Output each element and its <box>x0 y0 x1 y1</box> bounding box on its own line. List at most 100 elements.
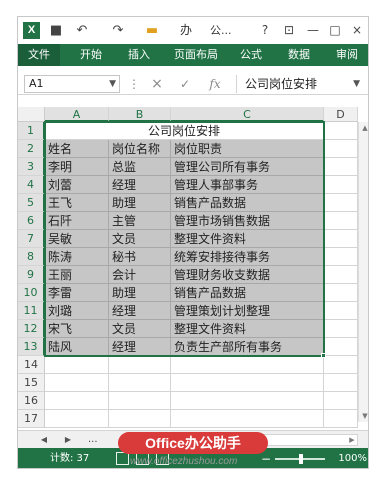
table-cell[interactable]: 宋飞 <box>45 320 109 338</box>
header-cell[interactable]: 岗位名称 <box>109 140 171 158</box>
scroll-down-icon[interactable]: ▼ <box>359 410 368 422</box>
table-cell[interactable]: 李雷 <box>45 284 109 302</box>
table-cell[interactable]: 销售产品数据 <box>171 194 324 212</box>
enter-icon[interactable]: ✓ <box>174 75 196 93</box>
table-cell[interactable] <box>324 356 358 374</box>
chevron-down-icon[interactable]: ▼ <box>109 76 116 92</box>
tab-page-layout[interactable]: 页面布局 <box>170 44 222 66</box>
row-header[interactable]: 1 <box>18 122 45 140</box>
header-cell[interactable]: 岗位职责 <box>171 140 324 158</box>
table-cell[interactable]: 陈涛 <box>45 248 109 266</box>
tab-formulas[interactable]: 公式 <box>236 44 266 66</box>
table-cell[interactable] <box>324 230 358 248</box>
tab-insert[interactable]: 插入 <box>124 44 154 66</box>
table-cell[interactable]: 销售产品数据 <box>171 284 324 302</box>
table-cell[interactable]: 管理市场销售数据 <box>171 212 324 230</box>
table-cell[interactable] <box>324 212 358 230</box>
minimize-button[interactable]: — <box>304 21 322 39</box>
horizontal-scrollbar[interactable]: ◀ ▶ <box>258 434 358 446</box>
table-cell[interactable]: 会计 <box>109 266 171 284</box>
row-header[interactable]: 3 <box>18 158 45 176</box>
table-cell[interactable]: 统筹安排接待事务 <box>171 248 324 266</box>
row-header[interactable]: 16 <box>18 392 45 410</box>
row-header[interactable]: 8 <box>18 248 45 266</box>
table-cell[interactable]: 助理 <box>109 194 171 212</box>
close-button[interactable]: × <box>348 21 366 39</box>
help-icon[interactable]: ? <box>256 21 274 39</box>
table-cell[interactable] <box>324 122 358 140</box>
table-cell[interactable] <box>171 374 324 392</box>
row-header[interactable]: 5 <box>18 194 45 212</box>
table-cell[interactable]: 李明 <box>45 158 109 176</box>
ribbon-display-icon[interactable]: ⊡ <box>280 21 298 39</box>
table-cell[interactable] <box>171 392 324 410</box>
table-cell[interactable]: 秘书 <box>109 248 171 266</box>
row-header[interactable]: 9 <box>18 266 45 284</box>
vertical-scrollbar[interactable]: ▲ ▼ <box>358 122 368 422</box>
expand-formula-icon[interactable]: ▼ <box>353 75 360 93</box>
sheet-prev-icon[interactable]: ◀ <box>38 433 50 447</box>
zoom-slider-handle[interactable] <box>299 454 303 464</box>
table-cell[interactable] <box>324 140 358 158</box>
table-cell[interactable] <box>324 392 358 410</box>
zoom-level[interactable]: 100% <box>329 448 367 468</box>
row-header[interactable]: 6 <box>18 212 45 230</box>
table-cell[interactable] <box>324 338 358 356</box>
formula-input[interactable]: 公司岗位安排 ▼ <box>236 75 362 93</box>
table-cell[interactable] <box>324 194 358 212</box>
table-cell[interactable] <box>45 392 109 410</box>
sheet-next-icon[interactable]: ▶ <box>62 433 74 447</box>
office-icon[interactable]: 办 <box>166 22 206 39</box>
column-header-d[interactable]: D <box>324 107 358 122</box>
table-cell[interactable]: 刘蕾 <box>45 176 109 194</box>
row-header[interactable]: 7 <box>18 230 45 248</box>
table-cell[interactable]: 负责生产部所有事务 <box>171 338 324 356</box>
table-cell[interactable]: 石阡 <box>45 212 109 230</box>
table-cell[interactable] <box>324 374 358 392</box>
table-cell[interactable]: 管理财务收支数据 <box>171 266 324 284</box>
row-header[interactable]: 2 <box>18 140 45 158</box>
open-folder-icon[interactable]: ▬ <box>144 22 160 39</box>
table-cell[interactable]: 王飞 <box>45 194 109 212</box>
scroll-up-icon[interactable]: ▲ <box>359 122 368 134</box>
header-cell[interactable]: 姓名 <box>45 140 109 158</box>
row-header[interactable]: 11 <box>18 302 45 320</box>
row-header[interactable]: 15 <box>18 374 45 392</box>
column-header-a[interactable]: A <box>45 107 109 122</box>
row-header[interactable]: 4 <box>18 176 45 194</box>
table-cell[interactable] <box>324 320 358 338</box>
table-cell[interactable] <box>324 158 358 176</box>
tab-file[interactable]: 文件 <box>18 44 60 66</box>
table-cell[interactable] <box>324 302 358 320</box>
table-cell[interactable]: 经理 <box>109 302 171 320</box>
table-cell[interactable]: 管理策划计划整理 <box>171 302 324 320</box>
sheet-title-cell[interactable]: 公司岗位安排 <box>45 122 324 140</box>
table-cell[interactable]: 经理 <box>109 338 171 356</box>
table-cell[interactable]: 主管 <box>109 212 171 230</box>
maximize-button[interactable]: □ <box>326 21 344 39</box>
table-cell[interactable] <box>324 410 358 428</box>
table-cell[interactable]: 经理 <box>109 176 171 194</box>
table-cell[interactable] <box>109 356 171 374</box>
scroll-right-icon[interactable]: ▶ <box>347 435 357 445</box>
table-cell[interactable] <box>324 284 358 302</box>
table-cell[interactable] <box>45 374 109 392</box>
table-cell[interactable]: 文员 <box>109 230 171 248</box>
table-cell[interactable] <box>171 410 324 428</box>
table-cell[interactable]: 王丽 <box>45 266 109 284</box>
column-header-c[interactable]: C <box>171 107 324 122</box>
table-cell[interactable]: 陆风 <box>45 338 109 356</box>
undo-icon[interactable]: ↶ <box>74 22 90 39</box>
insert-function-icon[interactable]: fx <box>202 75 228 93</box>
table-cell[interactable]: 吴敏 <box>45 230 109 248</box>
table-cell[interactable] <box>171 356 324 374</box>
row-header[interactable]: 10 <box>18 284 45 302</box>
table-cell[interactable]: 管理人事部事务 <box>171 176 324 194</box>
table-cell[interactable] <box>324 266 358 284</box>
tab-review[interactable]: 审阅 <box>332 44 362 66</box>
table-cell[interactable] <box>324 248 358 266</box>
worksheet-grid[interactable]: ▲ ▼ A B C D 1 公司岗位安排 2 姓名 岗位名称 岗位职责 3 李明 总监 管理公司所有事务 4… <box>18 107 368 430</box>
row-header[interactable]: 14 <box>18 356 45 374</box>
table-cell[interactable]: 文员 <box>109 320 171 338</box>
table-cell[interactable]: 助理 <box>109 284 171 302</box>
